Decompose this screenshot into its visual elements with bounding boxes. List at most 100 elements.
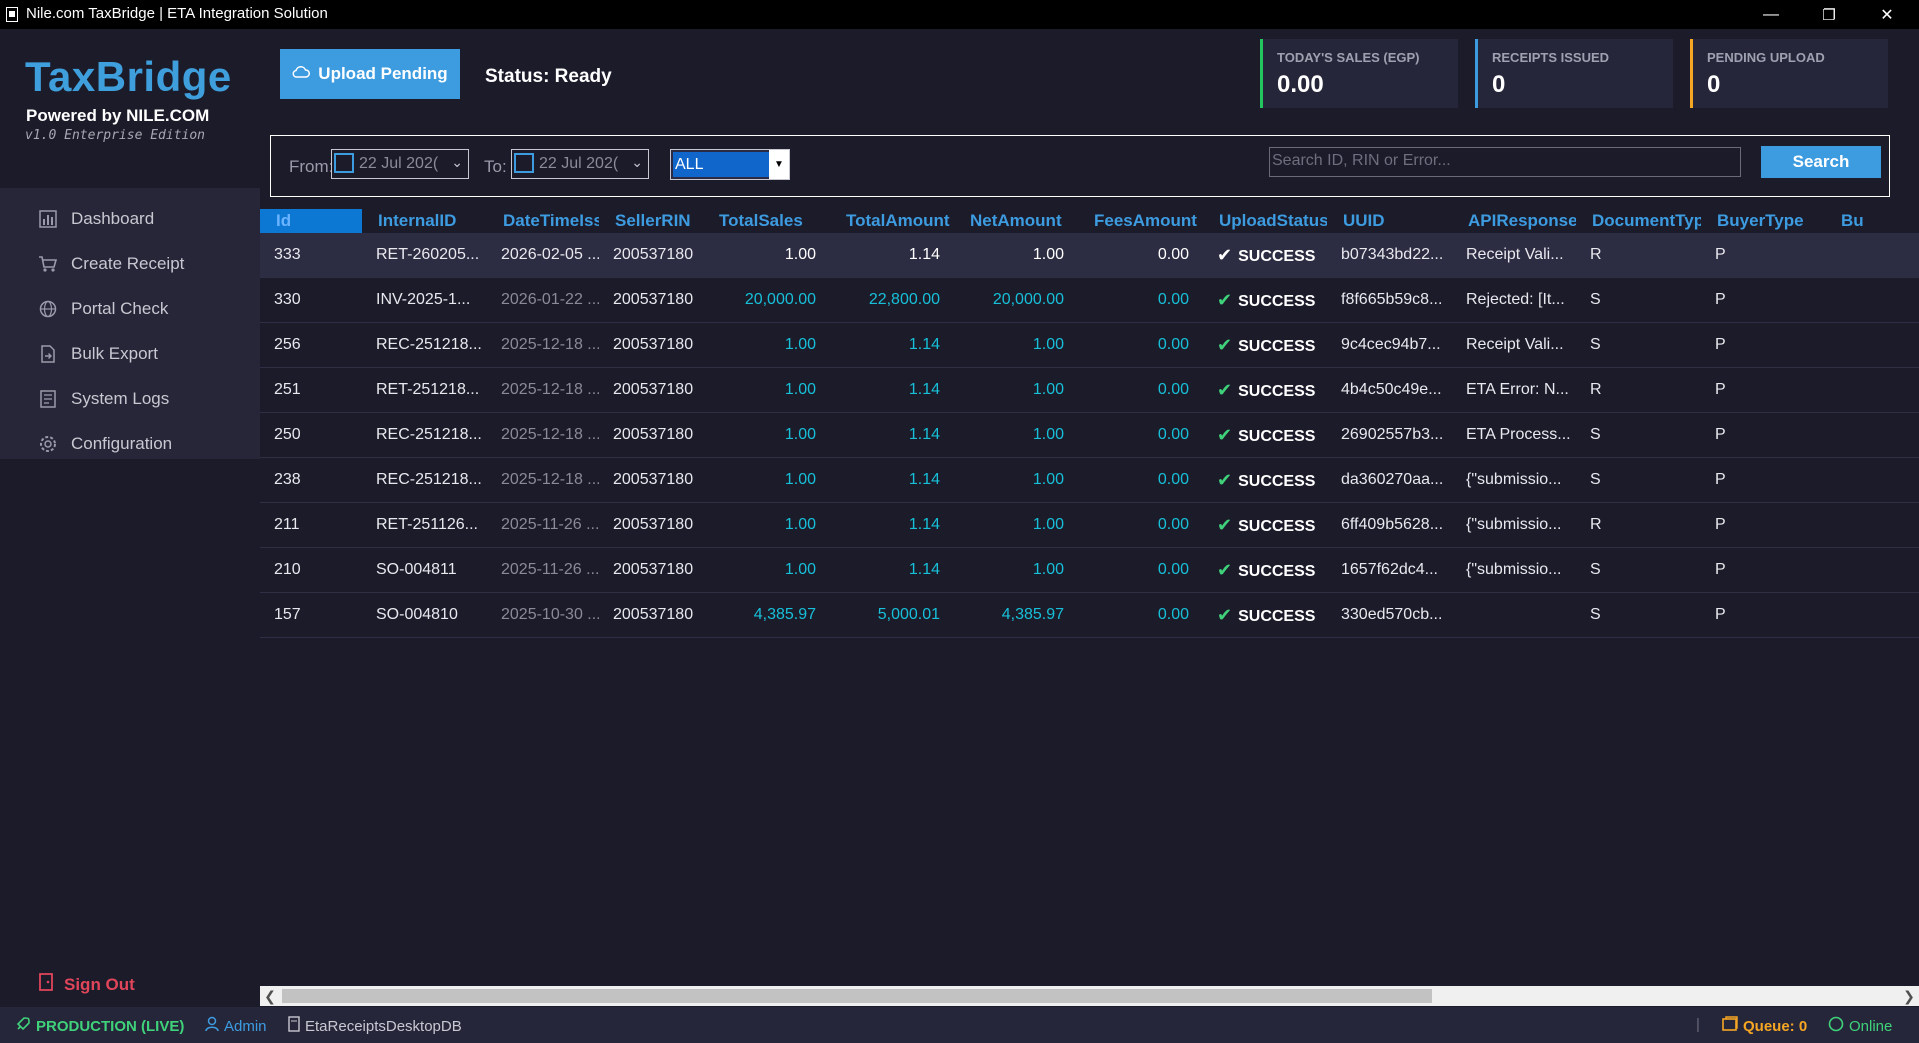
cell-id: 333 [274, 246, 301, 263]
table-row[interactable]: 333 RET-260205... 2026-02-05 ... 200537180 1… [260, 233, 1919, 278]
cell-fees: 0.00 [1157, 606, 1189, 623]
column-header-totalamount[interactable]: TotalAmount [830, 209, 954, 233]
connection-indicator: Online [1828, 1016, 1892, 1036]
cell-sales: 1.00 [784, 336, 816, 353]
cell-date: 2025-12-18 ... [501, 381, 599, 398]
cell-internal: REC-251218... [376, 426, 482, 443]
cell-fees: 0.00 [1157, 426, 1189, 443]
column-header-totalsales[interactable]: TotalSales [703, 209, 830, 233]
cell-buyer: P [1715, 336, 1726, 353]
table-row[interactable]: 251 RET-251218... 2025-12-18 ... 200537180 1… [260, 368, 1919, 413]
column-header-feesamount[interactable]: FeesAmount [1078, 209, 1203, 233]
column-header-documenttyp[interactable]: DocumentTyp [1576, 209, 1701, 233]
user-indicator: Admin [205, 1016, 267, 1036]
search-input[interactable]: Search ID, RIN or Error... [1269, 147, 1741, 177]
cell-doctype: S [1590, 336, 1601, 353]
table-row[interactable]: 256 REC-251218... 2025-12-18 ... 200537180 1… [260, 323, 1919, 368]
cell-doctype: S [1590, 606, 1601, 623]
restore-button[interactable]: ❐ [1800, 0, 1858, 29]
sidebar-item-bulk-export[interactable]: Bulk Export [0, 331, 260, 376]
cell-id: 238 [274, 471, 301, 488]
database-icon [288, 1016, 300, 1036]
column-header-bu[interactable]: Bu [1825, 209, 1919, 233]
column-header-netamount[interactable]: NetAmount [954, 209, 1078, 233]
cell-buyer: P [1715, 291, 1726, 308]
title-bar: Nile.com TaxBridge | ETA Integration Sol… [0, 0, 1919, 29]
cell-status: ✔ SUCCESS [1203, 413, 1327, 457]
chevron-down-icon: ⌄ [631, 154, 643, 170]
search-button[interactable]: Search [1761, 146, 1881, 178]
sidebar-item-label: Bulk Export [71, 343, 158, 363]
sidebar-item-create-receipt[interactable]: Create Receipt [0, 241, 260, 286]
cell-sales: 1.00 [784, 246, 816, 263]
to-date-value: 22 Jul 202( [539, 155, 619, 172]
logs-icon [38, 389, 58, 409]
to-date-picker[interactable]: 22 Jul 202( ⌄ [511, 149, 649, 179]
cell-date: 2026-01-22 ... [501, 291, 599, 308]
table-row[interactable]: 250 REC-251218... 2025-12-18 ... 200537180 1… [260, 413, 1919, 458]
cell-amount: 1.14 [908, 246, 940, 263]
column-header-sellerrin[interactable]: SellerRIN [599, 209, 703, 233]
checkmark-icon: ✔ [1217, 605, 1233, 625]
table-row[interactable]: 157 SO-004810 2025-10-30 ... 200537180 4,385… [260, 593, 1919, 638]
cell-date: 2025-11-26 ... [501, 516, 599, 533]
cell-id: 251 [274, 381, 301, 398]
sign-out-button[interactable]: Sign Out [38, 973, 135, 996]
column-header-apiresponse[interactable]: APIResponse [1452, 209, 1576, 233]
from-date-checkbox[interactable] [334, 153, 354, 173]
checkmark-icon: ✔ [1217, 335, 1233, 355]
sidebar-item-label: Dashboard [71, 208, 155, 228]
minimize-button[interactable]: — [1742, 0, 1800, 29]
cell-net: 1.00 [1032, 561, 1064, 578]
cell-buyer: P [1715, 246, 1726, 263]
from-date-picker[interactable]: 22 Jul 202( ⌄ [331, 149, 469, 179]
cell-date: 2025-12-18 ... [501, 471, 599, 488]
cell-amount: 5,000.01 [877, 606, 940, 623]
column-header-uploadstatus[interactable]: UploadStatus [1203, 209, 1327, 233]
checkmark-icon: ✔ [1217, 425, 1233, 445]
cell-uuid: f8f665b59c8... [1341, 291, 1443, 308]
dropdown-arrow-icon[interactable]: ▼ [769, 150, 789, 179]
cell-sales: 1.00 [784, 426, 816, 443]
cell-uuid: b07343bd22... [1341, 246, 1444, 263]
table-row[interactable]: 330 INV-2025-1... 2026-01-22 ... 200537180 2… [260, 278, 1919, 323]
horizontal-scrollbar[interactable]: ❮ ❯ [260, 986, 1919, 1006]
cell-fees: 0.00 [1157, 246, 1189, 263]
export-icon [38, 344, 58, 364]
scroll-right-icon[interactable]: ❯ [1899, 986, 1919, 1006]
cell-internal: SO-004811 [376, 561, 457, 578]
stat-card-receipts-issued: RECEIPTS ISSUED 0 [1475, 39, 1673, 108]
close-button[interactable]: ✕ [1858, 0, 1916, 29]
status-text: SUCCESS [1238, 248, 1316, 265]
scrollbar-thumb[interactable] [282, 989, 1432, 1003]
cell-internal: RET-251126... [376, 516, 478, 533]
stat-value: 0 [1707, 71, 1721, 98]
checkmark-icon: ✔ [1217, 515, 1233, 535]
column-header-internalid[interactable]: InternalID [362, 209, 487, 233]
upload-pending-button[interactable]: Upload Pending [280, 49, 460, 99]
cloud-upload-icon [292, 65, 311, 84]
sidebar-item-configuration[interactable]: Configuration [0, 421, 260, 466]
table-row[interactable]: 210 SO-004811 2025-11-26 ... 200537180 1.00 1… [260, 548, 1919, 593]
cell-amount: 1.14 [908, 381, 940, 398]
sidebar-item-dashboard[interactable]: Dashboard [0, 196, 260, 241]
sidebar-item-label: Create Receipt [71, 253, 185, 273]
grid-header: IdInternalIDDateTimeIssuSellerRINTotalSa… [260, 209, 1919, 233]
to-date-checkbox[interactable] [514, 153, 534, 173]
cell-rin: 200537180 [613, 561, 694, 578]
column-header-buyertype[interactable]: BuyerType [1701, 209, 1825, 233]
scroll-left-icon[interactable]: ❮ [260, 986, 280, 1006]
column-header-datetimeissu[interactable]: DateTimeIssu [487, 209, 599, 233]
column-header-uuid[interactable]: UUID [1327, 209, 1452, 233]
table-row[interactable]: 211 RET-251126... 2025-11-26 ... 200537180 1… [260, 503, 1919, 548]
status-text: SUCCESS [1238, 338, 1316, 355]
sidebar-item-portal-check[interactable]: Portal Check [0, 286, 260, 331]
sidebar-item-system-logs[interactable]: System Logs [0, 376, 260, 421]
column-header-id[interactable]: Id [260, 209, 362, 233]
document-type-select[interactable]: ALL ▼ [670, 149, 790, 180]
rocket-icon [15, 1016, 31, 1036]
queue-label: Queue: 0 [1743, 1017, 1808, 1035]
cell-fees: 0.00 [1157, 561, 1189, 578]
table-row[interactable]: 238 REC-251218... 2025-12-18 ... 200537180 1… [260, 458, 1919, 503]
cell-fees: 0.00 [1157, 516, 1189, 533]
